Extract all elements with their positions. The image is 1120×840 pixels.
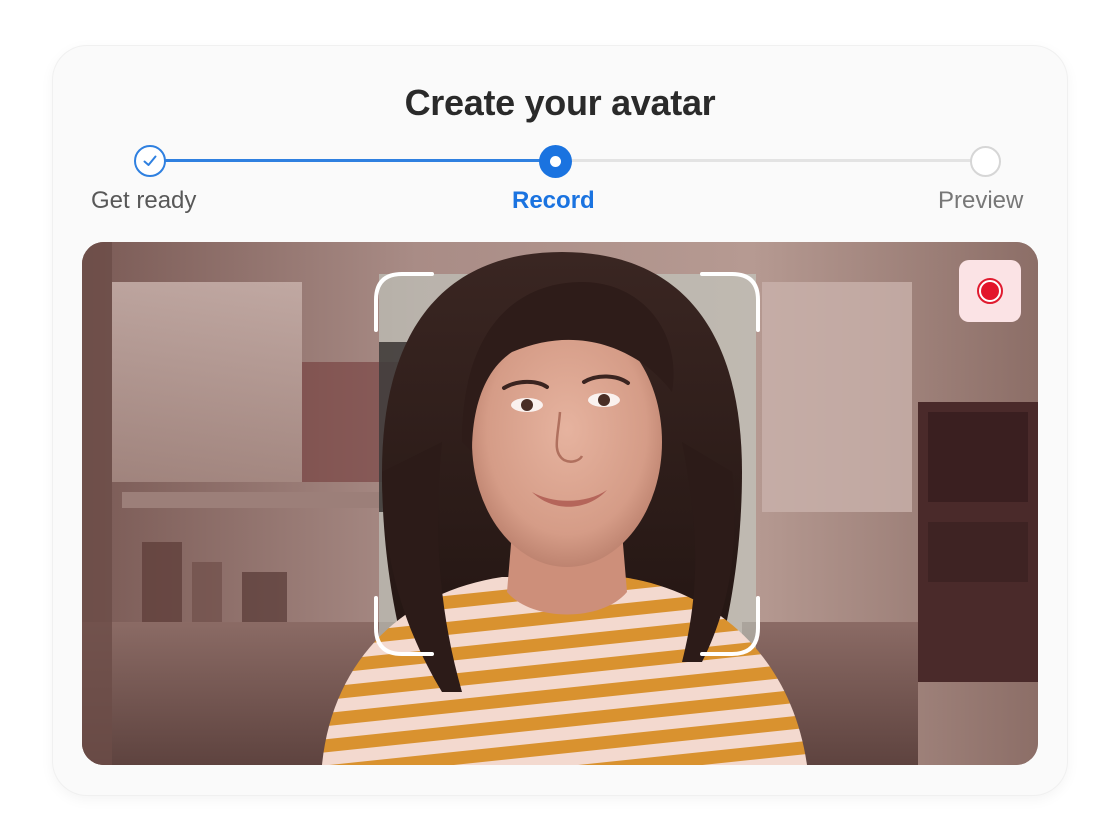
step-get-ready-node[interactable] (134, 145, 166, 177)
step-record-label[interactable]: Record (512, 186, 595, 216)
record-button[interactable] (959, 260, 1021, 322)
step-preview-node[interactable] (970, 146, 1001, 177)
step-record-node[interactable] (539, 145, 572, 178)
record-icon (977, 278, 1003, 304)
progress-track-complete (150, 159, 555, 162)
camera-feed (82, 242, 1038, 765)
camera-preview-image (82, 242, 1038, 765)
progress-track-pending (555, 159, 985, 162)
step-get-ready-label[interactable]: Get ready (91, 186, 196, 216)
check-icon (143, 155, 157, 166)
page-title: Create your avatar (404, 82, 716, 123)
active-step-dot (550, 156, 561, 167)
step-preview-label[interactable]: Preview (938, 186, 1023, 216)
